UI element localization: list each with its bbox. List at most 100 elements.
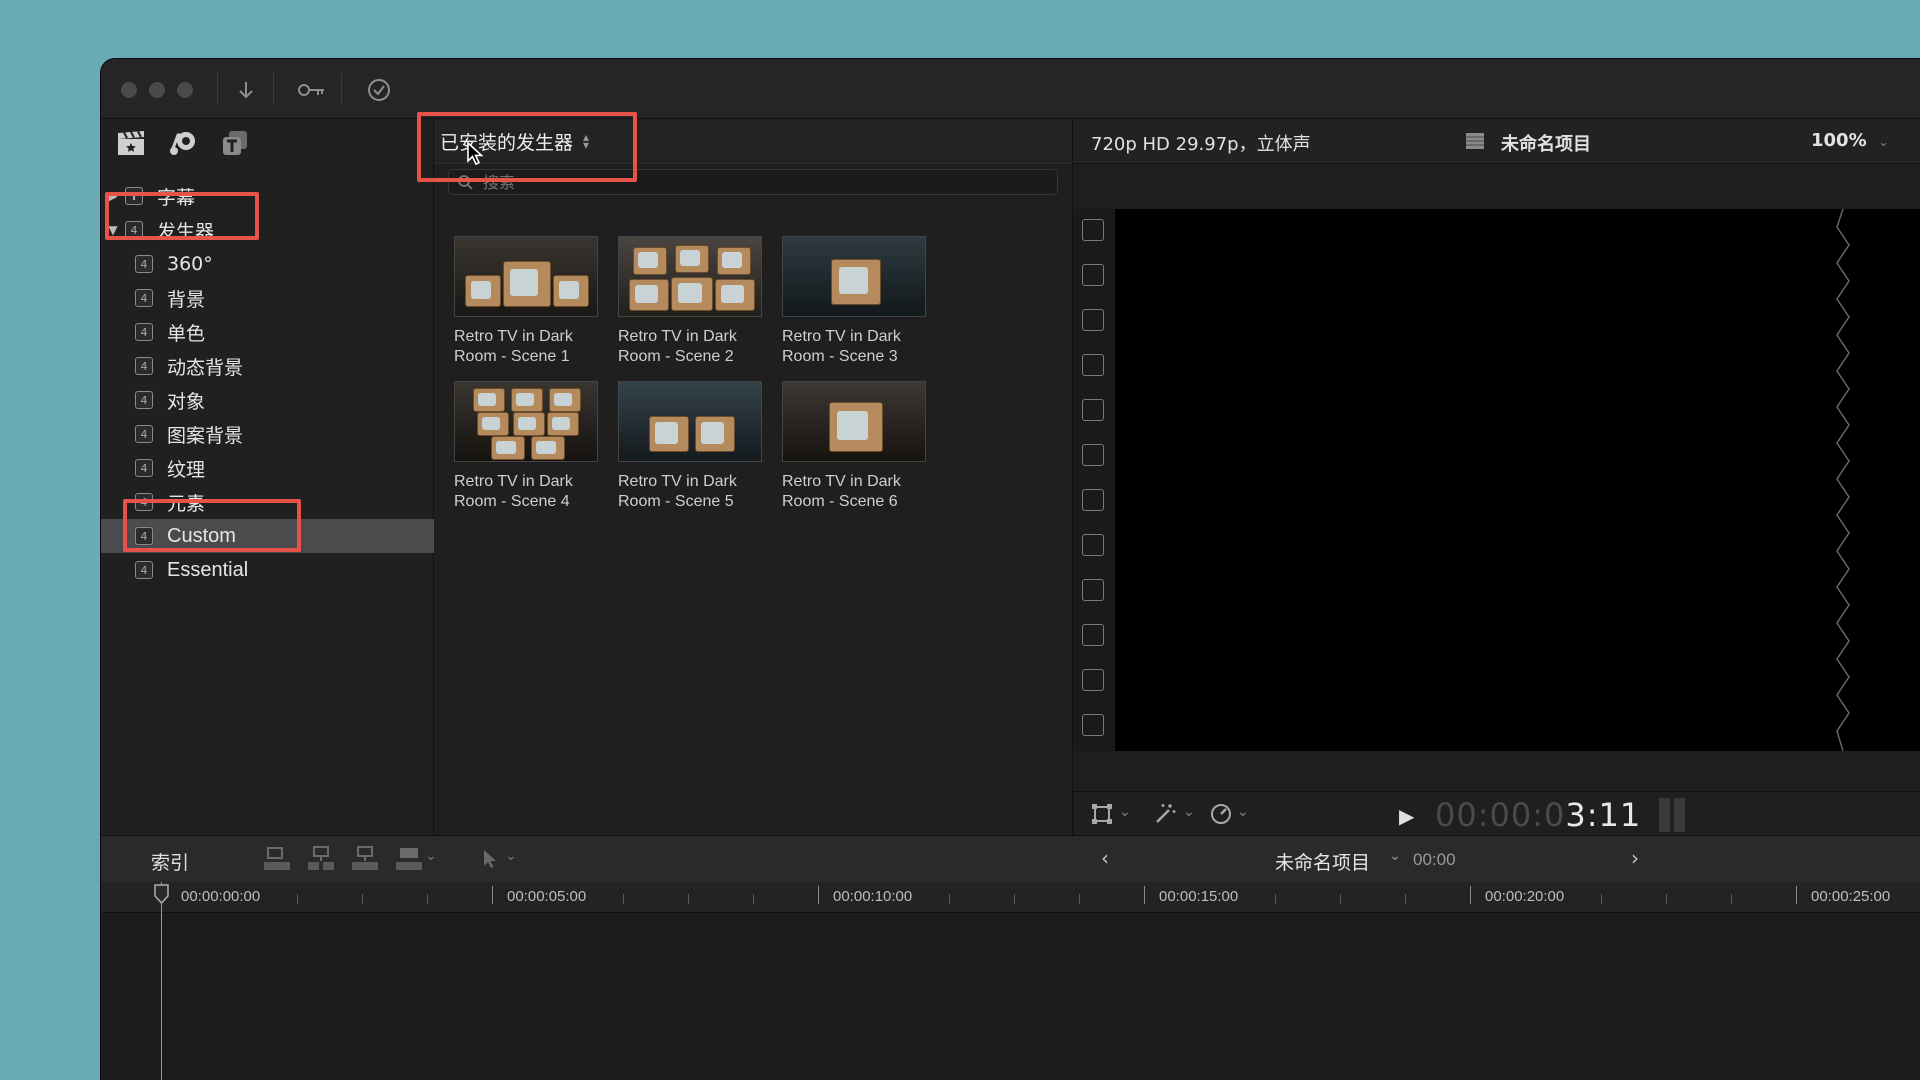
highlight-custom [123, 499, 301, 552]
generator-thumbnail[interactable]: Retro TV in Dark Room - Scene 3 [782, 236, 926, 367]
sidebar-item-essential[interactable]: 4 Essential [101, 553, 467, 587]
thumbnail-image [782, 381, 926, 462]
strip-checkbox[interactable] [1082, 444, 1104, 466]
strip-checkbox[interactable] [1082, 309, 1104, 331]
timeline-toolbar: 索引 ⌄ ⌄ ‹ 未命名项目 ⌄ 00:00 › [101, 835, 1920, 883]
chevron-down-icon[interactable]: ⌄ [1389, 848, 1401, 864]
import-icon[interactable] [229, 76, 263, 104]
viewer: 720p HD 29.97p，立体声 未命名项目 100% ⌄ ⌄ ⌄ ⌄ ▶ … [1073, 119, 1920, 836]
fcp-window: ▶ T 字幕 ▼ 4 发生器 4 360° 4 背景 4 单色 4 动态背景 4… [101, 59, 1920, 1080]
index-button[interactable]: 索引 [151, 848, 189, 875]
append-clip-icon[interactable] [351, 846, 379, 876]
playhead-marker-icon [154, 884, 169, 904]
strip-checkbox[interactable] [1082, 399, 1104, 421]
chevron-down-icon[interactable]: ⌄ [1237, 804, 1249, 820]
close-window-button[interactable] [121, 82, 137, 98]
thumbnail-label: Retro TV in Dark Room - Scene 1 [454, 328, 573, 365]
titles-generators-tab-icon[interactable] [217, 125, 253, 161]
sidebar-item-backgrounds[interactable]: 4 背景 [101, 281, 467, 315]
strip-checkbox[interactable] [1082, 219, 1104, 241]
strip-checkbox[interactable] [1082, 579, 1104, 601]
sidebar-item-label: 图案背景 [167, 424, 244, 447]
strip-checkbox[interactable] [1082, 669, 1104, 691]
highlight-generators [105, 192, 259, 240]
thumbnail-label: Retro TV in Dark Room - Scene 2 [618, 328, 737, 365]
sidebar-item-label: 单色 [167, 322, 206, 345]
ruler-label: 00:00:05:00 [507, 888, 587, 905]
insert-clip-icon[interactable] [307, 846, 335, 876]
generator-icon: 4 [135, 289, 153, 307]
ruler-label: 00:00:10:00 [833, 888, 913, 905]
playhead[interactable] [154, 882, 169, 1080]
connect-clip-icon[interactable] [263, 846, 291, 876]
generator-thumbnail[interactable]: Retro TV in Dark Room - Scene 6 [782, 381, 926, 512]
minimize-window-button[interactable] [149, 82, 165, 98]
select-tool-icon[interactable] [481, 848, 499, 874]
thumbnail-image [454, 236, 598, 317]
strip-checkbox[interactable] [1082, 534, 1104, 556]
generator-thumbnail[interactable]: Retro TV in Dark Room - Scene 1 [454, 236, 598, 367]
strip-checkbox[interactable] [1082, 264, 1104, 286]
timeline[interactable]: 00:00:00:00 00:00:05:00 00:00:10:00 00:0… [101, 882, 1920, 1080]
chevron-down-icon[interactable]: ⌄ [1119, 804, 1131, 820]
chevron-down-icon[interactable]: ⌄ [505, 848, 517, 864]
viewer-timecode[interactable]: 00:00:03:11 [1435, 796, 1641, 834]
ruler-label: 00:00:20:00 [1485, 888, 1565, 905]
sidebar-item-solids[interactable]: 4 单色 [101, 315, 467, 349]
thumbnail-label: Retro TV in Dark Room - Scene 4 [454, 473, 573, 510]
generator-thumbnail[interactable]: Retro TV in Dark Room - Scene 4 [454, 381, 598, 512]
transform-icon[interactable] [1091, 803, 1113, 829]
libraries-tab-icon[interactable] [113, 125, 149, 161]
generator-icon: 4 [135, 425, 153, 443]
ruler-label: 00:00:15:00 [1159, 888, 1239, 905]
keywords-icon[interactable] [295, 76, 329, 104]
chevron-down-icon[interactable]: ⌄ [1183, 804, 1195, 820]
zoom-popup[interactable]: 100% ⌄ [1811, 130, 1888, 151]
viewer-checkbox-strip [1073, 209, 1116, 751]
film-edge-zigzag [1836, 209, 1850, 751]
sidebar-item-label: 360° [167, 253, 213, 275]
sidebar-item-label: Essential [167, 558, 249, 581]
timeline-project-name[interactable]: 未命名项目 [1275, 848, 1370, 875]
background-tasks-icon[interactable] [362, 76, 396, 104]
viewer-canvas[interactable] [1115, 209, 1920, 751]
thumbnail-image [618, 381, 762, 462]
generator-thumbnail[interactable]: Retro TV in Dark Room - Scene 2 [618, 236, 762, 367]
sidebar-item-objects[interactable]: 4 对象 [101, 383, 467, 417]
title-bar [101, 59, 1920, 119]
retime-speed-icon[interactable] [1209, 802, 1233, 830]
sidebar-item-label: 纹理 [167, 458, 206, 481]
strip-checkbox[interactable] [1082, 624, 1104, 646]
sidebar-item-label: 背景 [167, 288, 206, 311]
sidebar-item-dynamic-backgrounds[interactable]: 4 动态背景 [101, 349, 467, 383]
project-clip-icon [1466, 133, 1484, 149]
generator-icon: 4 [135, 357, 153, 375]
strip-checkbox[interactable] [1082, 354, 1104, 376]
timeline-ruler[interactable]: 00:00:00:00 00:00:05:00 00:00:10:00 00:0… [101, 882, 1920, 913]
sidebar-item-label: 动态背景 [167, 356, 244, 379]
thumbnail-image [618, 236, 762, 317]
chevron-down-icon[interactable]: ⌄ [425, 848, 437, 864]
play-button[interactable]: ▶ [1399, 804, 1414, 828]
chevron-down-icon: ⌄ [1878, 135, 1889, 149]
zoom-window-button[interactable] [177, 82, 193, 98]
generator-icon: 4 [135, 323, 153, 341]
ruler-label: 00:00:00:00 [181, 888, 261, 905]
viewer-controls: ⌄ ⌄ ⌄ ▶ 00:00:03:11 [1073, 791, 1920, 836]
strip-checkbox[interactable] [1082, 489, 1104, 511]
generator-thumbnail[interactable]: Retro TV in Dark Room - Scene 5 [618, 381, 762, 512]
back-arrow-button[interactable]: ‹ [1101, 846, 1109, 870]
photos-audio-tab-icon[interactable] [165, 125, 201, 161]
enhance-wand-icon[interactable] [1153, 802, 1177, 830]
thumbnail-image [782, 236, 926, 317]
strip-checkbox[interactable] [1082, 714, 1104, 736]
sidebar-item-pattern-backgrounds[interactable]: 4 图案背景 [101, 417, 467, 451]
sidebar-item-label: 对象 [167, 390, 206, 413]
thumbnail-label: Retro TV in Dark Room - Scene 5 [618, 473, 737, 510]
overwrite-clip-icon[interactable] [395, 846, 423, 876]
forward-arrow-button[interactable]: › [1631, 846, 1639, 870]
sidebar-item-textures[interactable]: 4 纹理 [101, 451, 467, 485]
generator-icon: 4 [135, 561, 153, 579]
timeline-duration: 00:00 [1413, 850, 1456, 869]
sidebar-item-360[interactable]: 4 360° [101, 247, 467, 281]
